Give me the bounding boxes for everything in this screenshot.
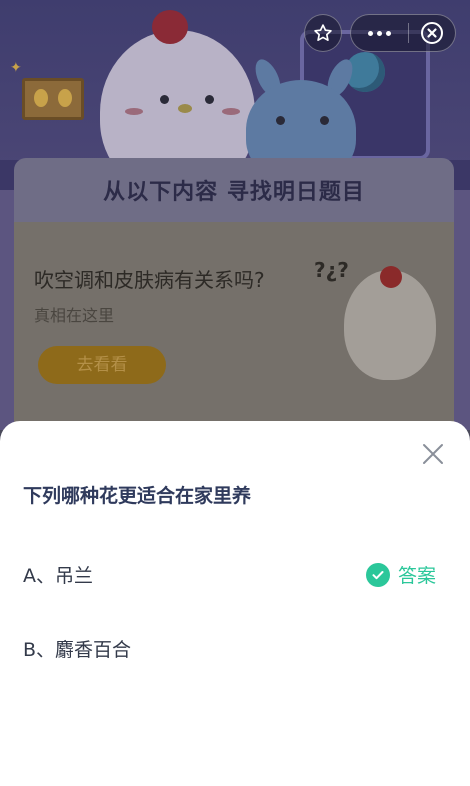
alien-eye bbox=[276, 116, 285, 125]
option-label: A、吊兰 bbox=[23, 565, 93, 587]
question-marks-decoration: ?¿? bbox=[314, 258, 349, 282]
close-icon bbox=[423, 444, 443, 464]
close-circle-icon bbox=[421, 22, 444, 44]
article-card-subtitle: 真相在这里 bbox=[34, 306, 115, 325]
chick-eye bbox=[160, 95, 169, 104]
exit-button[interactable] bbox=[409, 21, 455, 45]
chick-comb bbox=[152, 10, 188, 44]
award-plaque-illustration bbox=[22, 78, 84, 120]
chick-cheek bbox=[222, 108, 240, 115]
banner-title: 从以下内容 寻找明日题目 bbox=[103, 180, 365, 205]
sheet-close-button[interactable] bbox=[420, 441, 446, 467]
more-dots-icon bbox=[368, 30, 374, 36]
chick-eye bbox=[205, 95, 214, 104]
chick-beak bbox=[178, 104, 192, 113]
quiz-bottom-sheet: 下列哪种花更适合在家里养 A、吊兰 答案 B、麝香百合 bbox=[0, 421, 470, 786]
chick-cheek bbox=[125, 108, 143, 115]
go-see-button[interactable]: 去看看 bbox=[38, 346, 166, 384]
mini-program-capsule bbox=[350, 14, 456, 52]
background-scene: ✦ 从以下内容 寻找明日题目 吹空调和皮肤病有关系吗? 真相在这里 去看看 ?¿… bbox=[0, 0, 470, 430]
more-button[interactable] bbox=[351, 30, 408, 36]
answer-label: 答案 bbox=[398, 565, 437, 587]
card-chick-comb bbox=[380, 266, 402, 288]
quiz-question: 下列哪种花更适合在家里养 bbox=[23, 485, 252, 507]
article-card[interactable]: 吹空调和皮肤病有关系吗? 真相在这里 去看看 ?¿? bbox=[14, 222, 454, 422]
favorite-button[interactable] bbox=[304, 14, 342, 52]
more-dots-icon bbox=[386, 30, 392, 36]
more-dots-icon bbox=[377, 30, 383, 36]
alien-eye bbox=[320, 116, 329, 125]
star-icon bbox=[314, 24, 332, 42]
banner-title-board: 从以下内容 寻找明日题目 bbox=[14, 158, 454, 222]
option-b[interactable]: B、麝香百合 bbox=[0, 623, 470, 673]
option-label: B、麝香百合 bbox=[23, 639, 132, 661]
check-circle-icon bbox=[366, 562, 390, 587]
article-card-question: 吹空调和皮肤病有关系吗? bbox=[34, 268, 265, 292]
option-a[interactable]: A、吊兰 答案 bbox=[0, 549, 470, 599]
answer-badge: 答案 bbox=[366, 561, 436, 588]
sparkle-icon: ✦ bbox=[10, 60, 22, 76]
